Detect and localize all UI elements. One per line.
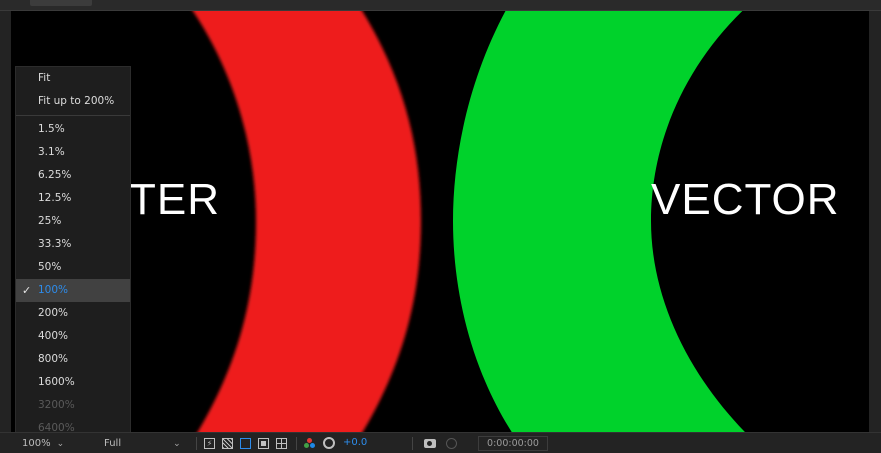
zoom-option-label: 800% — [38, 353, 69, 365]
composition-viewer[interactable]: TER VECTOR — [11, 11, 869, 432]
zoom-option-1600[interactable]: 1600% — [16, 371, 130, 394]
zoom-option-label: 12.5% — [38, 192, 72, 204]
zoom-option-label: 100% — [38, 284, 69, 296]
exposure-value[interactable]: +0.0 — [343, 433, 367, 453]
chevron-down-icon: ⌄ — [173, 439, 181, 449]
zoom-option-label: 400% — [38, 330, 69, 342]
chevron-down-icon: ⌄ — [56, 439, 65, 449]
zoom-option-800[interactable]: 800% — [16, 348, 130, 371]
zoom-option-label: Fit — [38, 72, 51, 84]
zoom-option-label: 25% — [38, 215, 62, 227]
zoom-option-label: 1.5% — [38, 123, 65, 135]
zoom-option-label: Fit up to 200% — [38, 95, 115, 107]
zoom-option-400[interactable]: 400% — [16, 325, 130, 348]
zoom-option-label: 1600% — [38, 376, 75, 388]
zoom-option-200[interactable]: 200% — [16, 302, 130, 325]
zoom-dropdown[interactable]: 100% ⌄ — [22, 437, 64, 451]
region-of-interest-icon[interactable] — [258, 438, 269, 449]
toolbar-divider — [412, 437, 413, 450]
zoom-option-25[interactable]: 25% — [16, 210, 130, 233]
composition-tab[interactable] — [30, 0, 92, 6]
zoom-menu[interactable]: Fit Fit up to 200% 1.5% 3.1% 6.25% 12.5%… — [15, 66, 131, 440]
zoom-option-fit[interactable]: Fit — [16, 67, 130, 90]
toolbar-divider — [296, 437, 297, 450]
zoom-option-50[interactable]: 50% — [16, 256, 130, 279]
viewer-footer-toolbar: 100% ⌄ Full ⌄ ⚡ +0.0 0:00:00:00 — [0, 432, 881, 453]
zoom-option-fit-200[interactable]: Fit up to 200% — [16, 90, 130, 113]
zoom-option-6-25[interactable]: 6.25% — [16, 164, 130, 187]
zoom-option-3200: 3200% — [16, 394, 130, 417]
mask-path-icon[interactable] — [240, 438, 251, 449]
zoom-option-label: 33.3% — [38, 238, 72, 250]
zoom-option-12-5[interactable]: 12.5% — [16, 187, 130, 210]
fast-preview-icon[interactable]: ⚡ — [204, 438, 215, 449]
panel-tab-bar — [0, 0, 881, 11]
zoom-option-label: 200% — [38, 307, 69, 319]
vector-label: VECTOR — [651, 175, 840, 224]
resolution-dropdown-value: Full — [104, 438, 122, 449]
zoom-option-label: 3.1% — [38, 146, 65, 158]
resolution-dropdown[interactable]: Full ⌄ — [104, 437, 181, 451]
zoom-option-label: 50% — [38, 261, 62, 273]
raster-arc — [192, 11, 421, 432]
zoom-option-1-5[interactable]: 1.5% — [16, 118, 130, 141]
zoom-option-label: 6.25% — [38, 169, 72, 181]
zoom-option-33-3[interactable]: 33.3% — [16, 233, 130, 256]
zoom-option-3-1[interactable]: 3.1% — [16, 141, 130, 164]
show-snapshot-icon[interactable] — [446, 438, 457, 449]
zoom-option-100[interactable]: ✓ 100% — [16, 279, 130, 302]
raster-label: TER — [129, 175, 220, 224]
transparency-grid-icon[interactable] — [222, 438, 233, 449]
timecode-display[interactable]: 0:00:00:00 — [478, 436, 548, 451]
check-icon: ✓ — [22, 284, 32, 297]
menu-separator — [16, 115, 130, 116]
color-channels-icon[interactable] — [304, 438, 315, 449]
snapshot-camera-icon[interactable] — [424, 439, 436, 448]
zoom-option-label: 3200% — [38, 399, 75, 411]
exposure-reset-icon[interactable] — [323, 437, 335, 449]
zoom-dropdown-value: 100% — [22, 438, 51, 449]
guides-icon[interactable] — [276, 438, 287, 449]
toolbar-divider — [196, 437, 197, 450]
